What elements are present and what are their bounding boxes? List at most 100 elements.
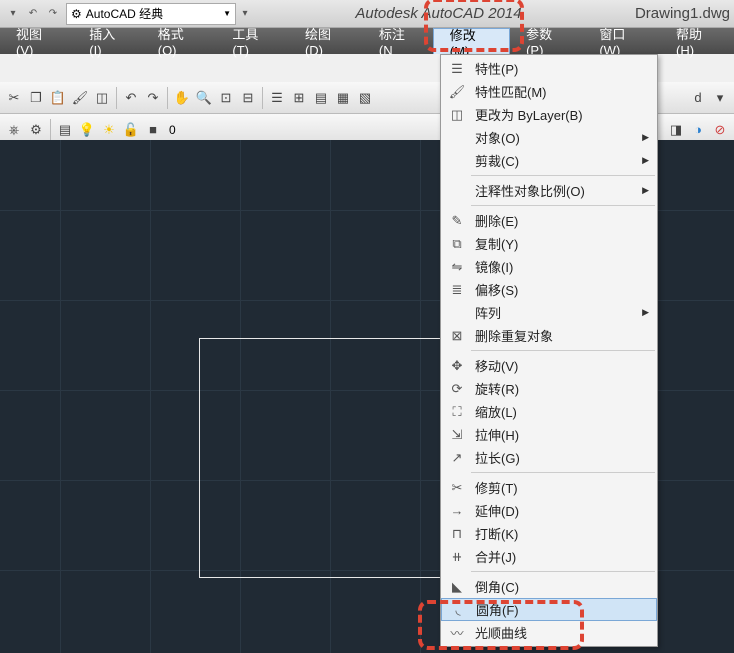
zoom-previous-icon[interactable]: ⊟ xyxy=(238,88,258,108)
view-render-icon[interactable]: ⊘ xyxy=(710,120,730,140)
menu-insert[interactable]: 插入(I) xyxy=(73,28,141,54)
menu-tools[interactable]: 工具(T) xyxy=(216,28,289,54)
zoom-realtime-icon[interactable]: 🔍 xyxy=(194,88,214,108)
extend-icon: → xyxy=(445,503,469,518)
menu-item-object[interactable]: 对象(O)▶ xyxy=(441,126,657,149)
menu-item-extend[interactable]: →延伸(D) xyxy=(441,499,657,522)
menu-separator xyxy=(471,175,655,176)
menu-item-scale[interactable]: ⛶缩放(L) xyxy=(441,400,657,423)
lightbulb-icon[interactable]: 💡 xyxy=(77,120,97,140)
app-title: Autodesk AutoCAD 2014 xyxy=(254,5,623,22)
blockeditor-icon[interactable]: ◫ xyxy=(92,88,112,108)
menu-bar: 视图(V) 插入(I) 格式(O) 工具(T) 绘图(D) 标注(N 修改(M)… xyxy=(0,28,734,54)
sun-icon[interactable]: ☀ xyxy=(99,120,119,140)
menu-item-break[interactable]: ⊓打断(K) xyxy=(441,522,657,545)
menu-item-erase[interactable]: ✎删除(E) xyxy=(441,209,657,232)
menu-item-move[interactable]: ✥移动(V) xyxy=(441,354,657,377)
move-icon: ✥ xyxy=(445,358,469,374)
menu-item-annoscale[interactable]: 注释性对象比例(O)▶ xyxy=(441,179,657,202)
document-name: Drawing1.dwg xyxy=(635,5,730,22)
bylayer-icon: ◫ xyxy=(445,107,469,123)
menu-item-stretch[interactable]: ⇲拉伸(H) xyxy=(441,423,657,446)
menu-item-rotate[interactable]: ⟳旋转(R) xyxy=(441,377,657,400)
matchprop-icon[interactable]: 🖌 xyxy=(70,88,90,108)
quick-access: ▾ ↶ ↷ xyxy=(4,5,62,23)
menu-item-offset[interactable]: ≣偏移(S) xyxy=(441,278,657,301)
view-3d-icon[interactable]: ◑ xyxy=(688,120,708,140)
menu-item-bylayer[interactable]: ◫更改为 ByLayer(B) xyxy=(441,103,657,126)
menu-item-overkill[interactable]: ⊠删除重复对象 xyxy=(441,324,657,347)
menu-item-copy[interactable]: ⧉复制(Y) xyxy=(441,232,657,255)
props-icon[interactable]: ☰ xyxy=(267,88,287,108)
right-3d-tools: ◨ ◑ ⊘ xyxy=(666,120,730,140)
menu-separator xyxy=(471,571,655,572)
separator xyxy=(262,87,263,109)
redo-tb-icon[interactable]: ↷ xyxy=(143,88,163,108)
copy-icon[interactable]: ❐ xyxy=(26,88,46,108)
separator xyxy=(50,119,51,141)
overkill-icon: ⊠ xyxy=(445,328,469,344)
lengthen-icon: ↗ xyxy=(445,450,469,466)
menu-item-trim[interactable]: ✂修剪(T) xyxy=(441,476,657,499)
cut-icon[interactable]: ✂ xyxy=(4,88,24,108)
menu-view[interactable]: 视图(V) xyxy=(0,28,73,54)
submenu-arrow-icon: ▶ xyxy=(642,185,653,196)
menu-separator xyxy=(471,350,655,351)
drawing-rectangle[interactable] xyxy=(199,338,444,578)
menu-item-lengthen[interactable]: ↗拉长(G) xyxy=(441,446,657,469)
menu-item-array[interactable]: 阵列▶ xyxy=(441,301,657,324)
blend-icon: 〰 xyxy=(445,623,469,642)
menu-parametric[interactable]: 参数(P) xyxy=(510,28,583,54)
menu-item-join[interactable]: ⧺合并(J) xyxy=(441,545,657,568)
undo-tb-icon[interactable]: ↶ xyxy=(121,88,141,108)
chamfer-icon: ◣ xyxy=(445,579,469,595)
right-tools: d ▾ xyxy=(688,88,730,108)
qa-more-icon[interactable]: ▾ xyxy=(236,5,254,23)
menu-help[interactable]: 帮助(H) xyxy=(660,28,734,54)
break-icon: ⊓ xyxy=(445,526,469,542)
qa-dropdown-icon[interactable]: ▾ xyxy=(4,5,22,23)
scale-icon: ⛶ xyxy=(445,404,469,420)
menu-item-properties[interactable]: ☰特性(P) xyxy=(441,57,657,80)
paste-icon[interactable]: 📋 xyxy=(48,88,68,108)
menu-item-blend[interactable]: 〰光顺曲线 xyxy=(441,621,657,644)
fillet-icon: ◟ xyxy=(446,602,470,618)
chevron-down-icon: ▼ xyxy=(223,9,231,18)
menu-modify[interactable]: 修改(M) xyxy=(433,28,510,54)
trim-icon: ✂ xyxy=(445,480,469,496)
separator xyxy=(167,87,168,109)
menu-dimension[interactable]: 标注(N xyxy=(363,28,433,54)
markup-icon[interactable]: ▧ xyxy=(355,88,375,108)
layer-states-icon[interactable]: ⎈ xyxy=(4,120,24,140)
view-2d-icon[interactable]: ◨ xyxy=(666,120,686,140)
color-swatch-icon[interactable]: ■ xyxy=(143,120,163,140)
rotate-icon: ⟳ xyxy=(445,381,469,397)
layer-name[interactable]: 0 xyxy=(169,123,176,137)
menu-item-chamfer[interactable]: ◣倒角(C) xyxy=(441,575,657,598)
menu-format[interactable]: 格式(O) xyxy=(142,28,217,54)
lock-icon[interactable]: 🔓 xyxy=(121,120,141,140)
dc-icon[interactable]: ⊞ xyxy=(289,88,309,108)
layer-manager-icon[interactable]: ⚙ xyxy=(26,120,46,140)
props-icon: ☰ xyxy=(445,61,469,77)
redo-icon[interactable]: ↷ xyxy=(44,5,62,23)
pan-icon[interactable]: ✋ xyxy=(172,88,192,108)
menu-draw[interactable]: 绘图(D) xyxy=(289,28,363,54)
menu-window[interactable]: 窗口(W) xyxy=(583,28,660,54)
menu-item-clip[interactable]: 剪裁(C)▶ xyxy=(441,149,657,172)
undo-icon[interactable]: ↶ xyxy=(24,5,42,23)
menu-item-fillet[interactable]: ◟圆角(F) xyxy=(441,598,657,621)
tool-palette-icon[interactable]: ▤ xyxy=(311,88,331,108)
menu-item-mirror[interactable]: ⇋镜像(I) xyxy=(441,255,657,278)
zoom-window-icon[interactable]: ⊡ xyxy=(216,88,236,108)
matchprop-icon: 🖌 xyxy=(445,84,469,100)
dropdown-icon[interactable]: ▾ xyxy=(710,88,730,108)
layer-props-icon[interactable]: ▤ xyxy=(55,120,75,140)
d-icon[interactable]: d xyxy=(688,88,708,108)
modify-dropdown: ☰特性(P) 🖌特性匹配(M) ◫更改为 ByLayer(B) 对象(O)▶ 剪… xyxy=(440,54,658,647)
workspace-dropdown[interactable]: ⚙ AutoCAD 经典 ▼ xyxy=(66,3,236,25)
erase-icon: ✎ xyxy=(445,213,469,229)
menu-item-matchprop[interactable]: 🖌特性匹配(M) xyxy=(441,80,657,103)
gear-icon: ⚙ xyxy=(71,7,82,21)
sheet-icon[interactable]: ▦ xyxy=(333,88,353,108)
